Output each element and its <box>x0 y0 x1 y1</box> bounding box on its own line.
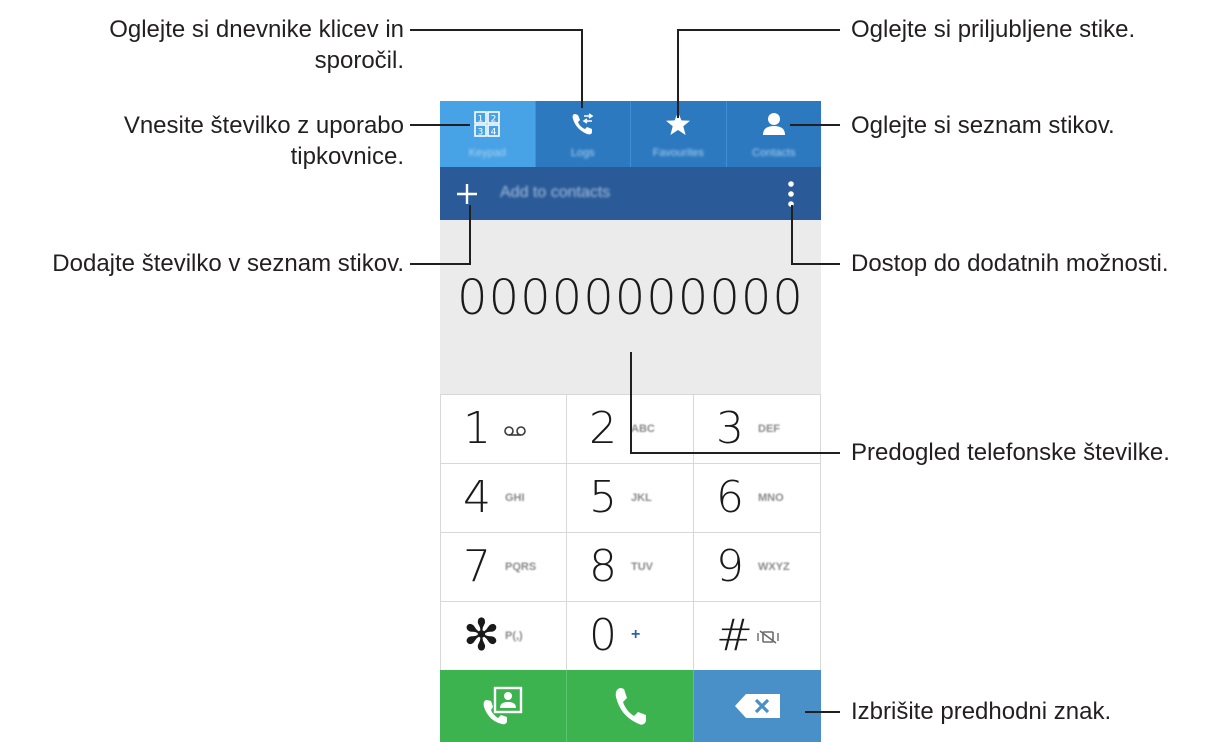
preview-leader-line <box>630 352 840 454</box>
callout-preview: Predogled telefonske številke. <box>851 439 1170 466</box>
callout-logs: Oglejte si dnevnike klicev in sporočil. <box>109 14 404 76</box>
callout-favourites: Oglejte si priljubljene stike. <box>851 16 1136 43</box>
callout-add-contact: Dodajte številko v seznam stikov. <box>52 250 404 277</box>
callout-more-options: Dostop do dodatnih možnosti. <box>851 250 1169 277</box>
callout-contacts: Oglejte si seznam stikov. <box>851 112 1115 139</box>
callout-logs-line1: Oglejte si dnevnike klicev in <box>109 16 404 43</box>
logs-leader-line <box>410 29 583 108</box>
callout-logs-line2: sporočil. <box>314 47 404 74</box>
callout-keypad: Vnesite številko z uporabo tipkovnice. <box>124 110 404 172</box>
add-contact-leader-line <box>410 205 471 265</box>
callout-keypad-line1: Vnesite številko z uporabo <box>123 112 404 139</box>
callout-keypad-line2: tipkovnice. <box>290 143 404 170</box>
callout-delete: Izbrišite predhodni znak. <box>851 698 1112 725</box>
more-options-leader-line <box>791 205 840 265</box>
favourites-leader-line <box>677 29 840 118</box>
